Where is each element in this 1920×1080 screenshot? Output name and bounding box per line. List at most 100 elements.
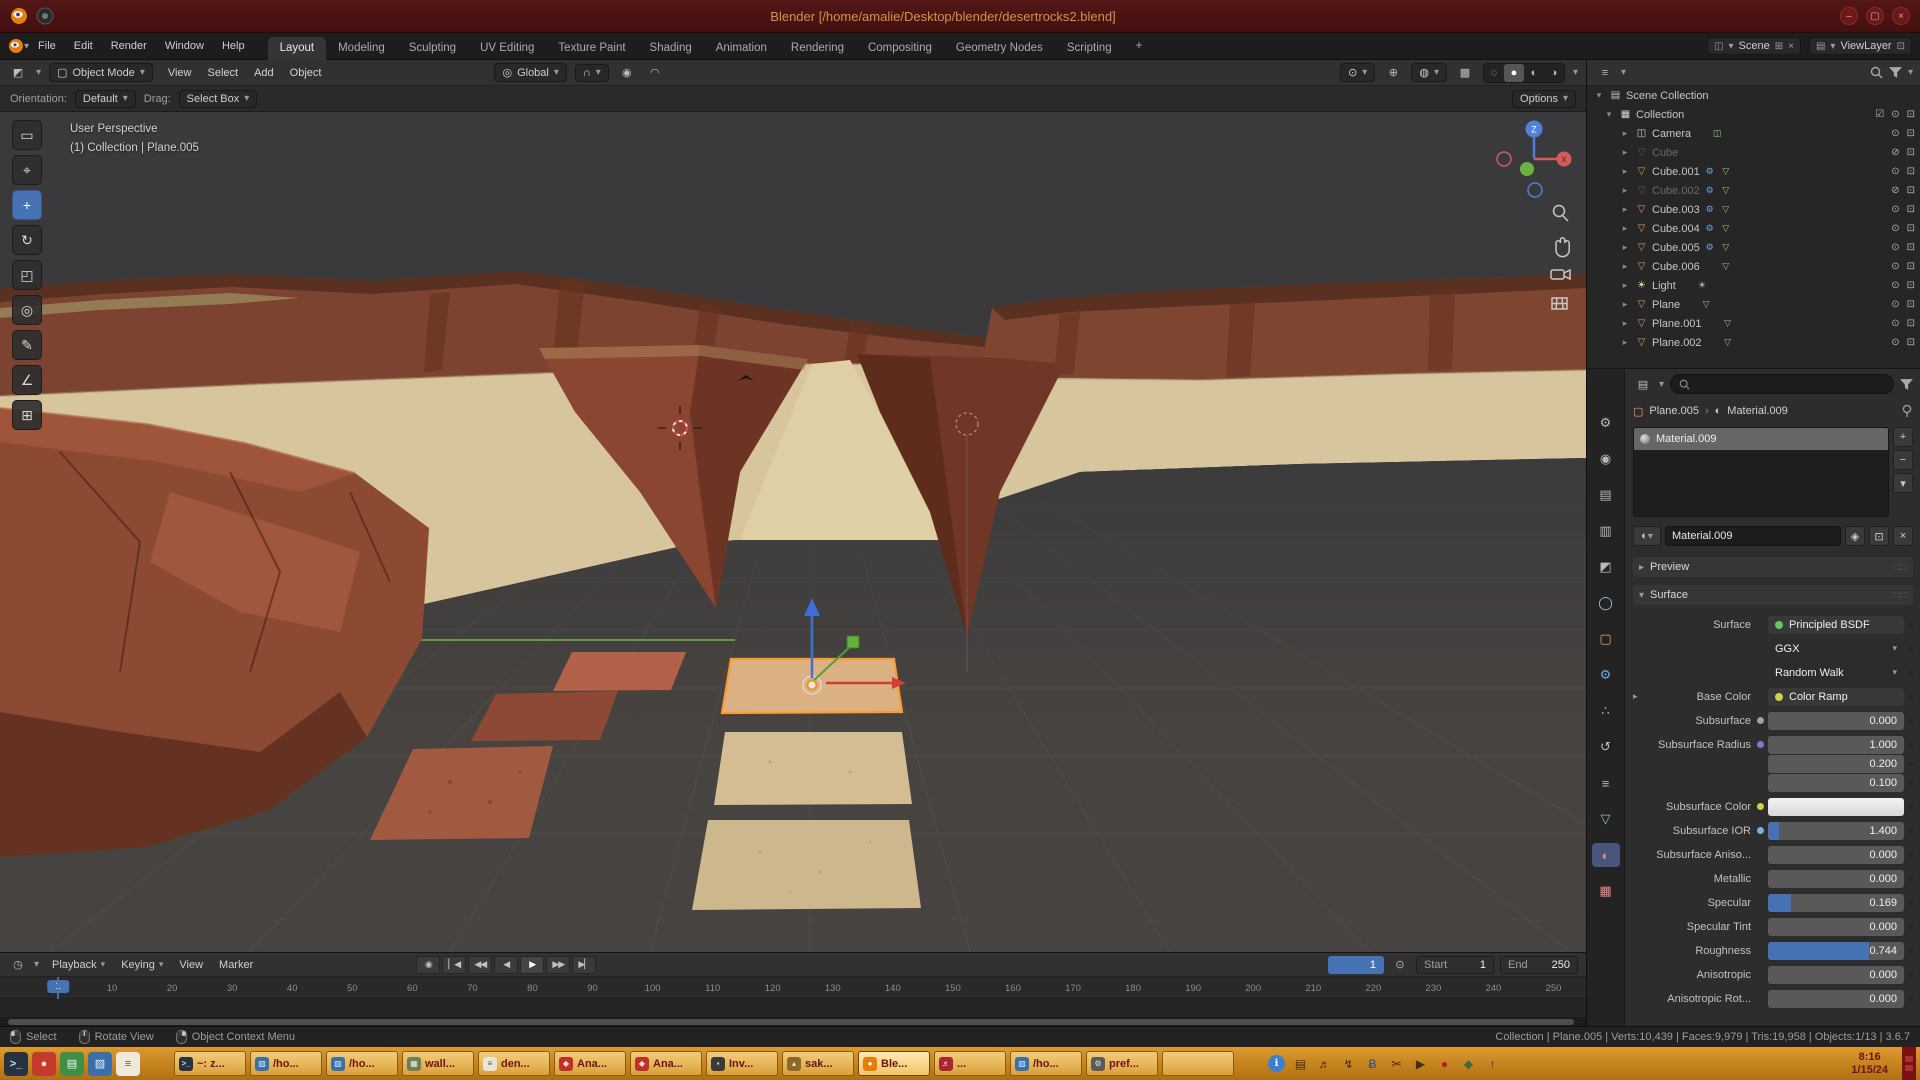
outliner-row[interactable]: ▸ ▽ Cube.003 ⚙ ▽ ⊙ ⊡ [1587, 200, 1920, 219]
animate-decorator-dot[interactable] [1909, 805, 1913, 809]
pin-icon[interactable] [1901, 404, 1913, 418]
property-field[interactable]: 0.000 0.000 ▾ [1768, 712, 1904, 730]
rotate-tool[interactable]: ↻ [12, 225, 42, 255]
shield-tray-icon[interactable]: ◆ [1460, 1055, 1477, 1072]
tool-tab[interactable]: ⚙ [1592, 411, 1620, 435]
outliner-row[interactable]: ▸ ▽ Cube.001 ⚙ ▽ ⊙ ⊡ [1587, 162, 1920, 181]
hide-eye-icon[interactable]: ⊘ [1891, 147, 1899, 158]
modifiers-tab[interactable]: ⚙ [1592, 663, 1620, 687]
disable-render-icon[interactable]: ⊡ [1907, 185, 1915, 196]
viewport-menu[interactable]: View [161, 65, 199, 81]
tan-plane-1[interactable] [714, 732, 912, 805]
disable-render-icon[interactable]: ⊡ [1907, 261, 1915, 272]
prev-keyframe-button[interactable]: ◀◀ [468, 956, 492, 974]
disable-render-icon[interactable]: ⊡ [1907, 147, 1915, 158]
window-minimize-button[interactable]: – [1840, 7, 1858, 25]
scrollbar-thumb[interactable] [8, 1019, 1574, 1025]
taskbar-window-button[interactable]: ◆ Ana... [630, 1051, 702, 1076]
hide-eye-icon[interactable]: ⊙ [1891, 261, 1899, 272]
search-icon[interactable] [1870, 66, 1883, 79]
expander-icon[interactable]: ▸ [1619, 223, 1631, 234]
viewport-menu[interactable]: Object [283, 65, 329, 81]
filter-icon[interactable] [1900, 379, 1913, 390]
property-field[interactable]: 0.000 0.000 ▾ [1768, 846, 1904, 864]
property-field[interactable]: GGX GGX ▾ [1768, 640, 1904, 658]
workspace-tab[interactable]: Sculpting [397, 37, 468, 60]
animate-decorator-dot[interactable] [1909, 623, 1913, 627]
add-slot-button[interactable]: + [1893, 427, 1913, 447]
add-cube-tool[interactable]: ⊞ [12, 400, 42, 430]
bluetooth-tray-icon[interactable]: Ƀ [1364, 1055, 1381, 1072]
taskbar-window-button[interactable]: ◆ Ana... [554, 1051, 626, 1076]
hide-eye-icon[interactable]: ⊙ [1891, 242, 1899, 253]
taskbar-window-button[interactable]: ● Ble... [858, 1051, 930, 1076]
auto-key-button[interactable]: ◉ [416, 956, 440, 974]
workspace-tab[interactable]: Geometry Nodes [944, 37, 1055, 60]
orientation-setting-dropdown[interactable]: Default ▾ [75, 90, 136, 108]
property-field[interactable]: Principled BSDF Principled BSDF ▾ [1768, 616, 1904, 634]
animate-decorator-dot[interactable] [1909, 853, 1913, 857]
outliner-row[interactable]: ▸ ▽ Cube.002 ⚙ ▽ ⊘ ⊡ [1587, 181, 1920, 200]
property-field[interactable]: 0.744 0.744 ▾ [1768, 942, 1904, 960]
animate-decorator-dot[interactable] [1909, 762, 1913, 766]
expander-icon[interactable]: ▸ [1619, 261, 1631, 272]
tan-plane-2[interactable] [692, 820, 921, 910]
viewport-3d[interactable]: Z X User Perspective (1) Collection | Pl… [0, 112, 1586, 952]
property-field[interactable]: 0.000 0.000 ▾ [1768, 870, 1904, 888]
expander-icon[interactable]: ▾ [1593, 90, 1605, 101]
outliner-row[interactable]: ▸ ▽ Cube.006 ▽ ⊙ ⊡ [1587, 257, 1920, 276]
timeline-menu[interactable]: Keying▾ [114, 957, 170, 973]
expander-icon[interactable]: ▸ [1633, 691, 1638, 702]
mode-dropdown[interactable]: ▢ Object Mode ▾ [49, 63, 153, 82]
expander-icon[interactable]: ▸ [1619, 242, 1631, 253]
data-tab[interactable]: ▽ [1592, 807, 1620, 831]
gizmos-toggle-icon[interactable]: ⊕ [1383, 64, 1403, 82]
new-scene-button[interactable]: ⊞ [1775, 41, 1783, 52]
scene-selector[interactable]: ◫ ▾ Scene ⊞ × [1707, 37, 1801, 55]
clipboard-tray-icon[interactable]: ▤ [1292, 1055, 1309, 1072]
solid-shading-button[interactable]: ● [1504, 64, 1524, 82]
browse-material-button[interactable]: ◐ ▾ [1633, 526, 1661, 546]
measure-tool[interactable]: ∠ [12, 365, 42, 395]
annotate-tool[interactable]: ✎ [12, 330, 42, 360]
scale-tool[interactable]: ◰ [12, 260, 42, 290]
outliner-row[interactable]: ▸ ☀ Light ☀ ⊙ ⊡ [1587, 276, 1920, 295]
outliner-row[interactable]: ▸ ◫ Camera ◫ ⊙ ⊡ [1587, 124, 1920, 143]
disable-render-icon[interactable]: ⊡ [1907, 109, 1915, 120]
taskbar-window-button[interactable]: ▨ /ho... [250, 1051, 322, 1076]
menubar-menu[interactable]: Render [102, 37, 156, 55]
timeline-ruler[interactable]: 1020304050607080901001101201301401501601… [0, 977, 1586, 999]
taskbar-window-button[interactable]: ▴ sak... [782, 1051, 854, 1076]
jump-to-start-button[interactable]: ▏◀ [442, 956, 466, 974]
disable-render-icon[interactable]: ⊡ [1907, 223, 1915, 234]
timeline-editor-icon[interactable]: ◷ [8, 956, 28, 974]
window-maximize-button[interactable]: ▢ [1866, 7, 1884, 25]
taskbar-window-button[interactable]: ♬ ... [934, 1051, 1006, 1076]
physics-tab[interactable]: ↺ [1592, 735, 1620, 759]
menubar-menu[interactable]: File [29, 37, 65, 55]
hide-eye-icon[interactable]: ⊙ [1891, 223, 1899, 234]
new-viewlayer-button[interactable]: ⊡ [1897, 41, 1905, 52]
property-field[interactable]: ▾ [1768, 798, 1904, 816]
chevron-down-icon[interactable]: ▾ [1908, 67, 1913, 78]
terminal-launcher[interactable]: >_ [4, 1052, 28, 1076]
collection-checkbox[interactable]: ☑ [1875, 109, 1884, 120]
remove-slot-button[interactable]: − [1893, 450, 1913, 470]
timeline-menu[interactable]: View▾ [172, 957, 210, 973]
unlink-material-button[interactable]: × [1893, 526, 1913, 546]
expander-icon[interactable]: ▾ [1603, 109, 1615, 120]
disable-render-icon[interactable]: ⊡ [1907, 128, 1915, 139]
disable-render-icon[interactable]: ⊡ [1907, 166, 1915, 177]
world-tab[interactable]: ◯ [1592, 591, 1620, 615]
animate-decorator-dot[interactable] [1909, 743, 1913, 747]
hide-eye-icon[interactable]: ⊙ [1891, 204, 1899, 215]
taskbar-window-button[interactable]: ▪ Inv... [706, 1051, 778, 1076]
animate-decorator-dot[interactable] [1909, 973, 1913, 977]
surface-section-header[interactable]: ▾ Surface ∷∷ [1633, 585, 1913, 605]
outliner-row[interactable]: ▸ ▽ Cube.004 ⚙ ▽ ⊙ ⊡ [1587, 219, 1920, 238]
falloff-icon[interactable]: ◠ [645, 64, 665, 82]
expander-icon[interactable]: ▸ [1619, 299, 1631, 310]
output-tab[interactable]: ▤ [1592, 483, 1620, 507]
workspace-tab[interactable]: Modeling [326, 37, 397, 60]
move-tool[interactable]: + [12, 190, 42, 220]
